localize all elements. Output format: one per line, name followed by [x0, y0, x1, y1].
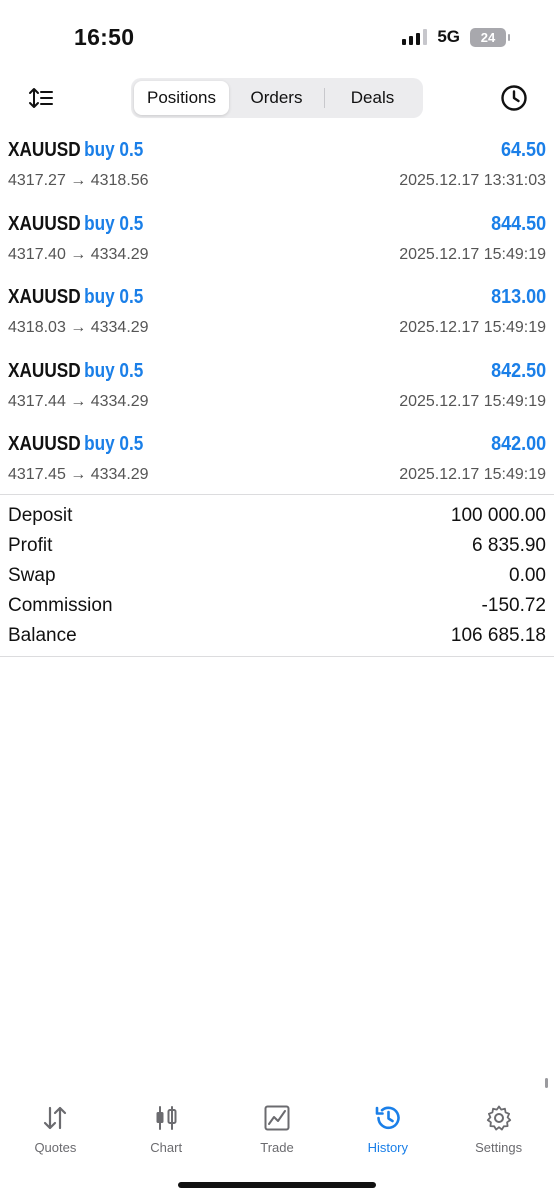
- status-bar: 16:50 5G 24: [0, 0, 554, 72]
- time-filter-button[interactable]: [498, 82, 530, 114]
- summary-row-swap: Swap 0.00: [0, 561, 554, 591]
- clock-icon: [501, 85, 527, 111]
- position-title: XAUUSD buy 0.5: [8, 213, 143, 236]
- position-row[interactable]: XAUUSD buy 0.5 842.50 4317.44 → 4334.29 2…: [0, 357, 554, 431]
- summary-label: Balance: [8, 625, 77, 646]
- position-row[interactable]: XAUUSD buy 0.5 64.50 4317.27 → 4318.56 20…: [0, 136, 554, 210]
- summary-value: -150.72: [481, 595, 546, 616]
- position-time: 2025.12.17 15:49:19: [399, 319, 546, 336]
- candlestick-icon: [156, 1106, 177, 1130]
- summary-divider-top: [0, 494, 554, 495]
- cellular-signal-icon: [402, 29, 428, 45]
- position-profit: 64.50: [500, 139, 546, 161]
- tab-positions[interactable]: Positions: [134, 81, 229, 115]
- battery-level: 24: [480, 29, 496, 45]
- position-profit: 842.50: [490, 359, 546, 382]
- position-prices: 4317.40 → 4334.29: [8, 245, 149, 263]
- position-title: XAUUSD buy 0.5: [8, 286, 143, 309]
- position-time: 2025.12.17 15:49:19: [399, 245, 546, 263]
- summary-value: 6 835.90: [472, 535, 546, 556]
- sort-button[interactable]: [24, 82, 58, 114]
- position-title: XAUUSD buy 0.5: [8, 360, 143, 383]
- summary-label: Commission: [8, 595, 113, 616]
- position-prices: 4318.03 → 4334.29: [8, 319, 149, 336]
- position-symbol: XAUUSD: [8, 359, 81, 382]
- summary-divider-bottom: [0, 656, 554, 657]
- tab-deals[interactable]: Deals: [325, 81, 420, 115]
- position-time: 2025.12.17 15:49:19: [399, 392, 546, 410]
- scrollbar[interactable]: [545, 1078, 548, 1088]
- summary-label: Deposit: [8, 505, 73, 526]
- position-side: buy 0.5: [84, 286, 144, 308]
- position-symbol: XAUUSD: [8, 286, 81, 308]
- battery-icon: 24: [470, 27, 510, 47]
- bottom-tab-bar: Quotes Chart Trade History Settings: [0, 1096, 554, 1166]
- position-profit: 844.50: [490, 212, 546, 235]
- position-time: 2025.12.17 13:31:03: [399, 172, 546, 189]
- position-prices: 4317.45 → 4334.29: [8, 466, 149, 483]
- tab-history[interactable]: History: [332, 1096, 443, 1166]
- tab-label: Quotes: [34, 1140, 77, 1155]
- position-profit: 813.00: [490, 286, 546, 308]
- account-summary: Deposit 100 000.00 Profit 6 835.90 Swap …: [0, 501, 554, 651]
- tab-label: Settings: [475, 1140, 523, 1155]
- tab-label: History: [367, 1140, 409, 1155]
- position-profit: 842.00: [490, 433, 546, 455]
- summary-row-deposit: Deposit 100 000.00: [0, 501, 554, 531]
- position-row[interactable]: XAUUSD buy 0.5 844.50 4317.40 → 4334.29 2…: [0, 210, 554, 284]
- summary-label: Swap: [8, 565, 56, 586]
- summary-row-balance: Balance 106 685.18: [0, 621, 554, 651]
- position-symbol: XAUUSD: [8, 139, 81, 161]
- sort-icon: [29, 88, 53, 108]
- trade-chart-icon: [264, 1105, 290, 1131]
- position-row[interactable]: XAUUSD buy 0.5 813.00 4318.03 → 4334.29 2…: [0, 283, 554, 357]
- home-indicator[interactable]: [178, 1182, 376, 1188]
- summary-value: 0.00: [509, 565, 546, 586]
- status-time: 16:50: [74, 24, 135, 50]
- position-side: buy 0.5: [84, 359, 144, 382]
- segmented-control: Positions Orders Deals: [131, 78, 423, 118]
- position-symbol: XAUUSD: [8, 212, 81, 235]
- position-side: buy 0.5: [84, 139, 144, 161]
- tab-label: Chart: [150, 1140, 183, 1155]
- position-prices: 4317.44 → 4334.29: [8, 392, 149, 410]
- tab-quotes[interactable]: Quotes: [0, 1096, 111, 1166]
- summary-row-commission: Commission -150.72: [0, 591, 554, 621]
- tab-orders[interactable]: Orders: [229, 81, 324, 115]
- tab-chart[interactable]: Chart: [111, 1096, 222, 1166]
- position-symbol: XAUUSD: [8, 433, 81, 455]
- position-side: buy 0.5: [84, 433, 144, 455]
- position-title: XAUUSD buy 0.5: [8, 139, 143, 162]
- summary-value: 106 685.18: [450, 625, 546, 646]
- quotes-arrows-icon: [44, 1106, 67, 1130]
- history-toolbar: Positions Orders Deals: [0, 76, 554, 120]
- position-time: 2025.12.17 15:49:19: [399, 466, 546, 483]
- status-indicators: 5G 24: [402, 27, 510, 47]
- summary-row-profit: Profit 6 835.90: [0, 531, 554, 561]
- position-row[interactable]: XAUUSD buy 0.5 842.00 4317.45 → 4334.29 2…: [0, 430, 554, 504]
- position-prices: 4317.27 → 4318.56: [8, 172, 149, 189]
- summary-label: Profit: [8, 535, 53, 556]
- history-clock-icon: [375, 1106, 400, 1130]
- position-title: XAUUSD buy 0.5: [8, 433, 143, 456]
- network-type: 5G: [437, 27, 460, 46]
- gear-icon: [486, 1105, 511, 1131]
- position-side: buy 0.5: [84, 212, 144, 235]
- tab-trade[interactable]: Trade: [222, 1096, 333, 1166]
- positions-list: XAUUSD buy 0.5 64.50 4317.27 → 4318.56 20…: [0, 136, 554, 504]
- summary-value: 100 000.00: [450, 505, 546, 526]
- tab-label: Trade: [260, 1140, 294, 1155]
- tab-settings[interactable]: Settings: [443, 1096, 554, 1166]
